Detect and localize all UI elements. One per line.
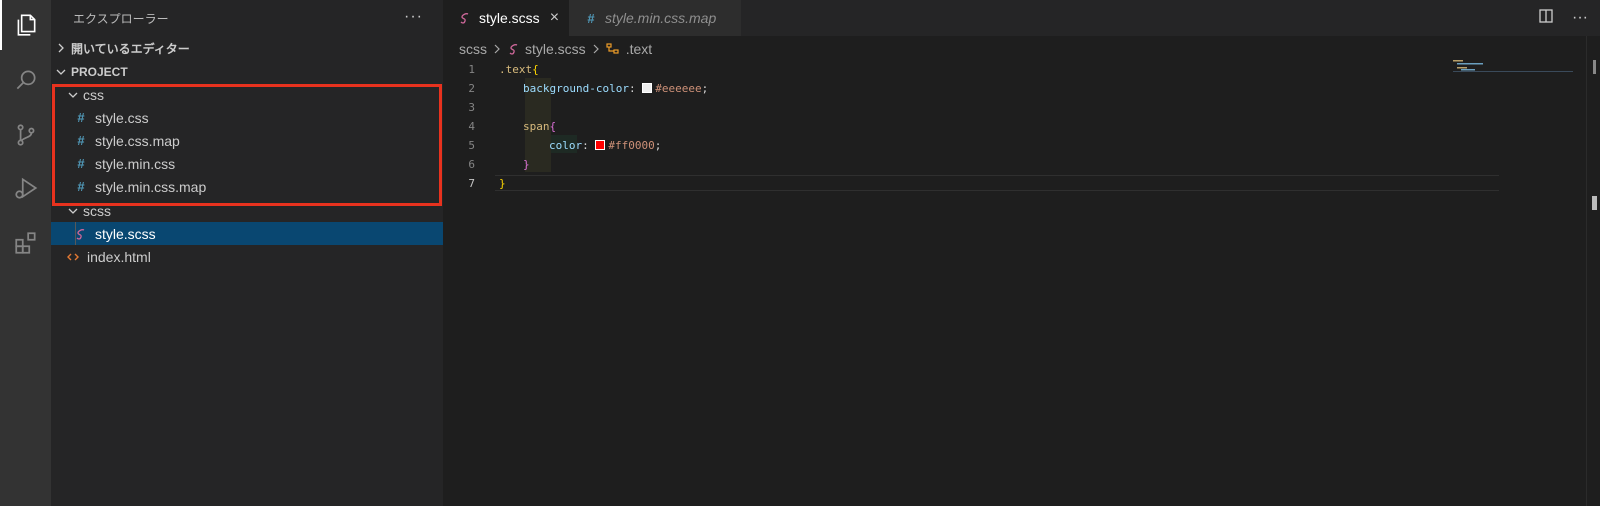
chevron-right-icon xyxy=(592,41,600,57)
breadcrumb-folder[interactable]: scss xyxy=(459,41,487,57)
file-label: index.html xyxy=(87,248,151,265)
brace-token: { xyxy=(532,63,539,76)
sass-file-icon xyxy=(71,228,91,240)
file-style-scss[interactable]: style.scss xyxy=(51,222,443,245)
css-file-icon: # xyxy=(77,179,85,194)
color-swatch[interactable] xyxy=(642,83,653,93)
chevron-down-icon xyxy=(51,67,71,77)
file-label: style.css xyxy=(95,109,149,126)
breadcrumb: scss style.scss .text xyxy=(443,38,652,60)
file-style-css-map[interactable]: # style.css.map xyxy=(51,129,443,152)
line-number: 3 xyxy=(468,101,475,114)
chevron-right-icon xyxy=(51,43,71,53)
code-line: 4 span{ xyxy=(443,117,1463,136)
editor-actions: ··· xyxy=(1538,0,1588,36)
value-token: #eeeeee xyxy=(655,82,702,95)
project-label: PROJECT xyxy=(71,65,128,79)
code-line: 3 xyxy=(443,98,1463,117)
minimap[interactable] xyxy=(1453,60,1573,80)
explorer-icon[interactable] xyxy=(0,0,51,50)
folder-label: scss xyxy=(83,202,111,219)
tab-label: style.min.css.map xyxy=(605,10,717,26)
html-file-icon xyxy=(63,251,83,263)
code-line: 1 .text{ xyxy=(443,60,1463,79)
color-swatch[interactable] xyxy=(595,140,606,150)
explorer-header: エクスプローラー xyxy=(51,0,443,36)
breadcrumb-file[interactable]: style.scss xyxy=(525,41,586,57)
sass-file-icon xyxy=(507,43,521,55)
css-file-icon: # xyxy=(587,10,595,26)
css-file-icon: # xyxy=(77,110,85,125)
line-number: 4 xyxy=(468,120,475,133)
scroll-indicator xyxy=(1593,60,1596,74)
line-number: 6 xyxy=(468,158,475,171)
chevron-down-icon xyxy=(63,90,83,100)
sass-file-icon xyxy=(455,12,475,24)
editor-area: style.scss × # style.min.css.map ··· scs… xyxy=(443,0,1600,506)
close-icon[interactable]: × xyxy=(550,9,559,27)
colon-token: : xyxy=(582,139,589,152)
file-label: style.scss xyxy=(95,225,156,242)
code-editor[interactable]: 1 .text{ 2 background-color: #eeeeee; 3 … xyxy=(443,60,1463,193)
breadcrumb-symbol[interactable]: .text xyxy=(626,41,652,57)
more-actions-icon[interactable]: ··· xyxy=(404,8,423,26)
open-editors-label: 開いているエディター xyxy=(71,41,190,56)
file-style-min-css-map[interactable]: # style.min.css.map xyxy=(51,175,443,198)
property-token: color xyxy=(549,139,583,152)
vertical-scrollbar[interactable] xyxy=(1586,36,1600,506)
indent-guide xyxy=(75,222,76,245)
code-line: 2 background-color: #eeeeee; xyxy=(443,79,1463,98)
code-line: 5 color: #ff0000; xyxy=(443,136,1463,155)
brace-token: { xyxy=(549,120,557,133)
tab-style-min-css-map[interactable]: # style.min.css.map xyxy=(569,0,741,36)
colon-token: : xyxy=(628,82,636,95)
symbol-class-icon xyxy=(606,42,622,56)
explorer-sidebar: エクスプローラー ··· 開いているエディター PROJECT css # st… xyxy=(51,0,443,506)
file-style-css[interactable]: # style.css xyxy=(51,106,443,129)
property-token: background-color xyxy=(523,82,629,95)
brace-token: } xyxy=(523,158,530,171)
line-number: 2 xyxy=(468,82,475,95)
file-label: style.min.css xyxy=(95,155,176,172)
file-style-min-css[interactable]: # style.min.css xyxy=(51,152,443,175)
line-number: 7 xyxy=(468,177,475,190)
search-icon[interactable] xyxy=(0,55,51,105)
file-label: style.min.css.map xyxy=(95,178,207,195)
value-token: #ff0000 xyxy=(608,139,655,152)
chevron-down-icon xyxy=(63,206,83,216)
more-actions-icon[interactable]: ··· xyxy=(1572,9,1588,27)
semicolon-token: ; xyxy=(654,139,662,152)
line-number: 5 xyxy=(468,139,475,152)
code-line: 7 } xyxy=(443,174,1463,193)
semicolon-token: ; xyxy=(701,82,709,95)
source-control-icon[interactable] xyxy=(0,110,51,160)
tab-style-scss[interactable]: style.scss × xyxy=(443,0,569,36)
css-file-icon: # xyxy=(77,156,85,171)
chevron-right-icon xyxy=(493,41,501,57)
cursor-marker xyxy=(1592,196,1597,210)
project-section[interactable]: PROJECT xyxy=(51,61,443,83)
selector-token: span xyxy=(523,120,550,133)
selector-token: .text xyxy=(499,63,533,76)
tab-label: style.scss xyxy=(479,10,540,26)
explorer-title: エクスプローラー xyxy=(73,11,169,26)
file-index-html[interactable]: index.html xyxy=(51,245,443,268)
brace-token: } xyxy=(499,177,506,190)
code-line: 6 } xyxy=(443,155,1463,174)
file-label: style.css.map xyxy=(95,132,180,149)
split-editor-icon[interactable] xyxy=(1538,8,1554,29)
open-editors-section[interactable]: 開いているエディター xyxy=(51,37,443,59)
line-number: 1 xyxy=(468,63,475,76)
run-debug-icon[interactable] xyxy=(0,163,51,213)
css-file-icon: # xyxy=(77,133,85,148)
folder-scss[interactable]: scss xyxy=(51,199,443,222)
folder-css[interactable]: css xyxy=(51,83,443,106)
folder-label: css xyxy=(83,86,104,103)
extensions-icon[interactable] xyxy=(0,218,51,268)
activity-bar xyxy=(0,0,51,506)
tab-bar: style.scss × # style.min.css.map ··· xyxy=(443,0,1600,36)
